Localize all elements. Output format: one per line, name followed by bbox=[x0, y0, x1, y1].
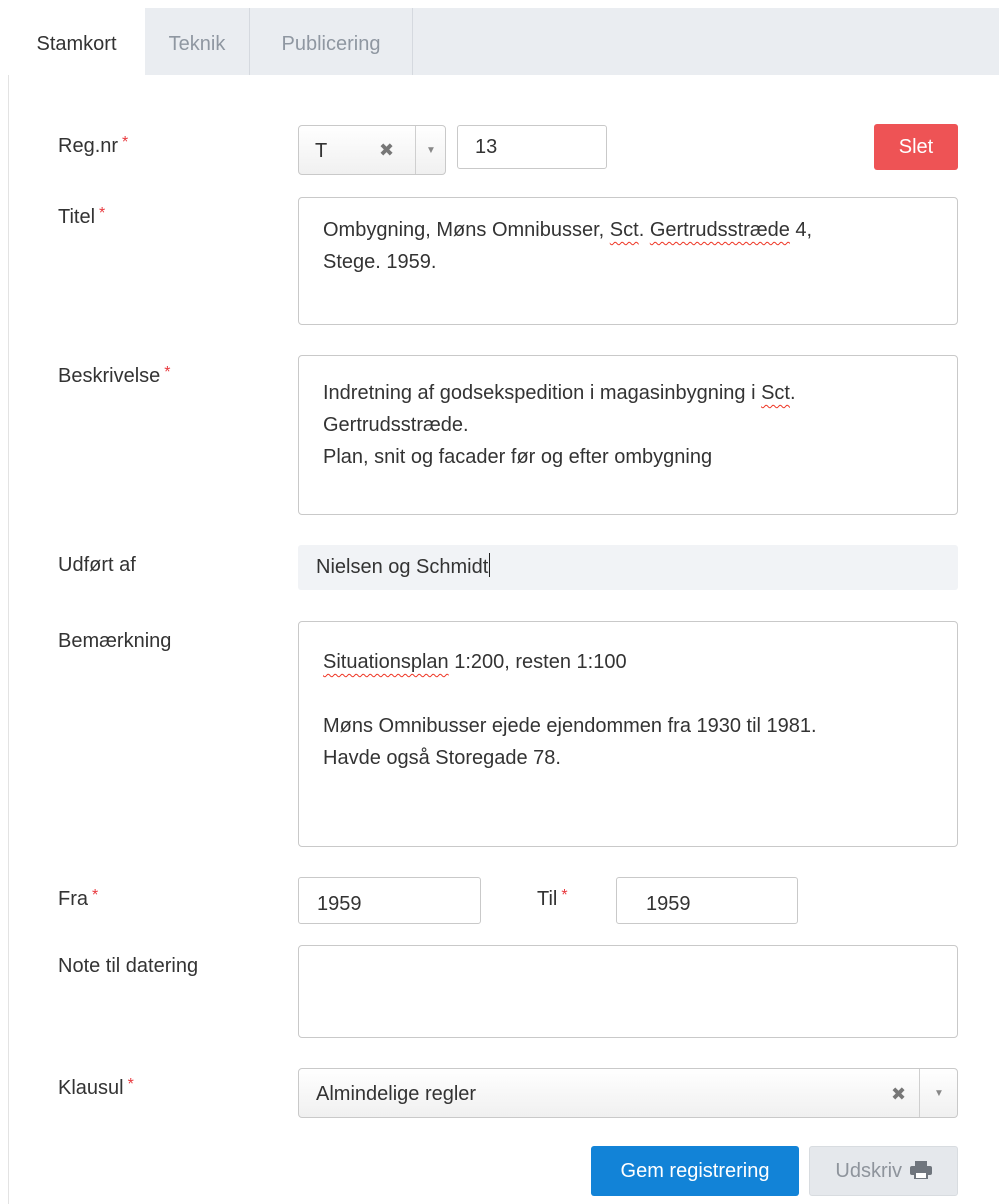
dropdown-arrow-icon: ▼ bbox=[426, 145, 436, 156]
titel-line-1: Ombygning, Møns Omnibusser, Sct. Gertrud… bbox=[323, 219, 813, 241]
regnr-number-input[interactable]: 13 bbox=[457, 125, 607, 169]
regnr-prefix-select[interactable]: T ✖ ▼ bbox=[298, 125, 446, 175]
beskrivelse-textarea[interactable]: Indretning af godsekspedition i magasinb… bbox=[298, 355, 958, 515]
fra-label-text: Fra bbox=[58, 888, 88, 910]
klausul-select[interactable]: Almindelige regler ✖ ▼ bbox=[298, 1068, 958, 1118]
regnr-label-text: Reg.nr bbox=[58, 135, 119, 157]
bemaerkning-line-3: Møns Omnibusser ejede ejendommen fra 193… bbox=[323, 715, 817, 737]
bemaerkning-textarea[interactable]: Situationsplan 1:200, resten 1:100 Møns … bbox=[298, 621, 958, 847]
til-input[interactable]: 1959 bbox=[616, 877, 798, 924]
regnr-label: Reg.nr * bbox=[58, 134, 129, 158]
til-label-text: Til bbox=[537, 888, 558, 910]
regnr-prefix-value: T bbox=[315, 140, 328, 162]
beskrivelse-line-3: Plan, snit og facader før og efter ombyg… bbox=[323, 446, 713, 468]
titel-line-2: Stege. 1959. bbox=[323, 251, 437, 273]
bemaerkning-line-1: Situationsplan 1:200, resten 1:100 bbox=[323, 651, 627, 673]
delete-button[interactable]: Slet bbox=[874, 124, 958, 170]
beskrivelse-line-1: Indretning af godsekspedition i magasinb… bbox=[323, 382, 796, 404]
udfoert-af-input[interactable]: Nielsen og Schmidt bbox=[298, 545, 958, 590]
titel-label-text: Titel bbox=[58, 206, 96, 228]
dropdown-toggle[interactable]: ▼ bbox=[919, 1069, 957, 1117]
beskrivelse-label-text: Beskrivelse bbox=[58, 365, 161, 387]
klausul-value: Almindelige regler bbox=[316, 1083, 477, 1105]
fra-label: Fra * bbox=[58, 887, 99, 911]
bemaerkning-line-2 bbox=[323, 678, 933, 710]
required-marker: * bbox=[164, 364, 171, 381]
required-marker: * bbox=[561, 887, 568, 904]
print-button[interactable]: Udskriv bbox=[809, 1146, 958, 1196]
printer-icon bbox=[909, 1161, 932, 1180]
bemaerkning-label: Bemærkning bbox=[58, 630, 172, 652]
text-caret bbox=[489, 553, 491, 577]
beskrivelse-line-2: Gertrudsstræde. bbox=[323, 414, 469, 436]
tab-publicering[interactable]: Publicering bbox=[250, 8, 412, 75]
note-datering-label: Note til datering bbox=[58, 955, 199, 977]
required-marker: * bbox=[92, 887, 99, 904]
bemaerkning-line-4: Havde også Storegade 78. bbox=[323, 747, 561, 769]
fra-input[interactable]: 1959 bbox=[298, 877, 481, 924]
save-registration-button[interactable]: Gem registrering bbox=[591, 1146, 799, 1196]
dropdown-arrow-icon: ▼ bbox=[934, 1088, 944, 1099]
til-label: Til * bbox=[537, 887, 568, 911]
clear-x-icon[interactable]: ✖ bbox=[891, 1084, 906, 1105]
udfoert-af-label: Udført af bbox=[58, 554, 136, 576]
udfoert-af-value: Nielsen og Schmidt bbox=[316, 556, 489, 578]
tab-teknik[interactable]: Teknik bbox=[145, 8, 249, 75]
klausul-label: Klausul * bbox=[58, 1076, 134, 1100]
tab-stamkort[interactable]: Stamkort bbox=[8, 8, 145, 75]
required-marker: * bbox=[122, 134, 129, 151]
clear-x-icon[interactable]: ✖ bbox=[379, 140, 394, 161]
tab-bar: Stamkort Teknik Publicering bbox=[8, 8, 999, 75]
required-marker: * bbox=[99, 205, 106, 222]
titel-label: Titel * bbox=[58, 205, 106, 229]
titel-textarea[interactable]: Ombygning, Møns Omnibusser, Sct. Gertrud… bbox=[298, 197, 958, 325]
note-datering-textarea[interactable] bbox=[298, 945, 958, 1038]
required-marker: * bbox=[127, 1076, 134, 1093]
page-left-border bbox=[8, 8, 9, 1204]
klausul-label-text: Klausul bbox=[58, 1077, 124, 1099]
note-datering-value bbox=[323, 962, 933, 994]
print-button-label: Udskriv bbox=[835, 1160, 903, 1182]
beskrivelse-label: Beskrivelse * bbox=[58, 364, 171, 388]
tab-separator bbox=[412, 8, 413, 75]
dropdown-toggle[interactable]: ▼ bbox=[415, 126, 445, 174]
